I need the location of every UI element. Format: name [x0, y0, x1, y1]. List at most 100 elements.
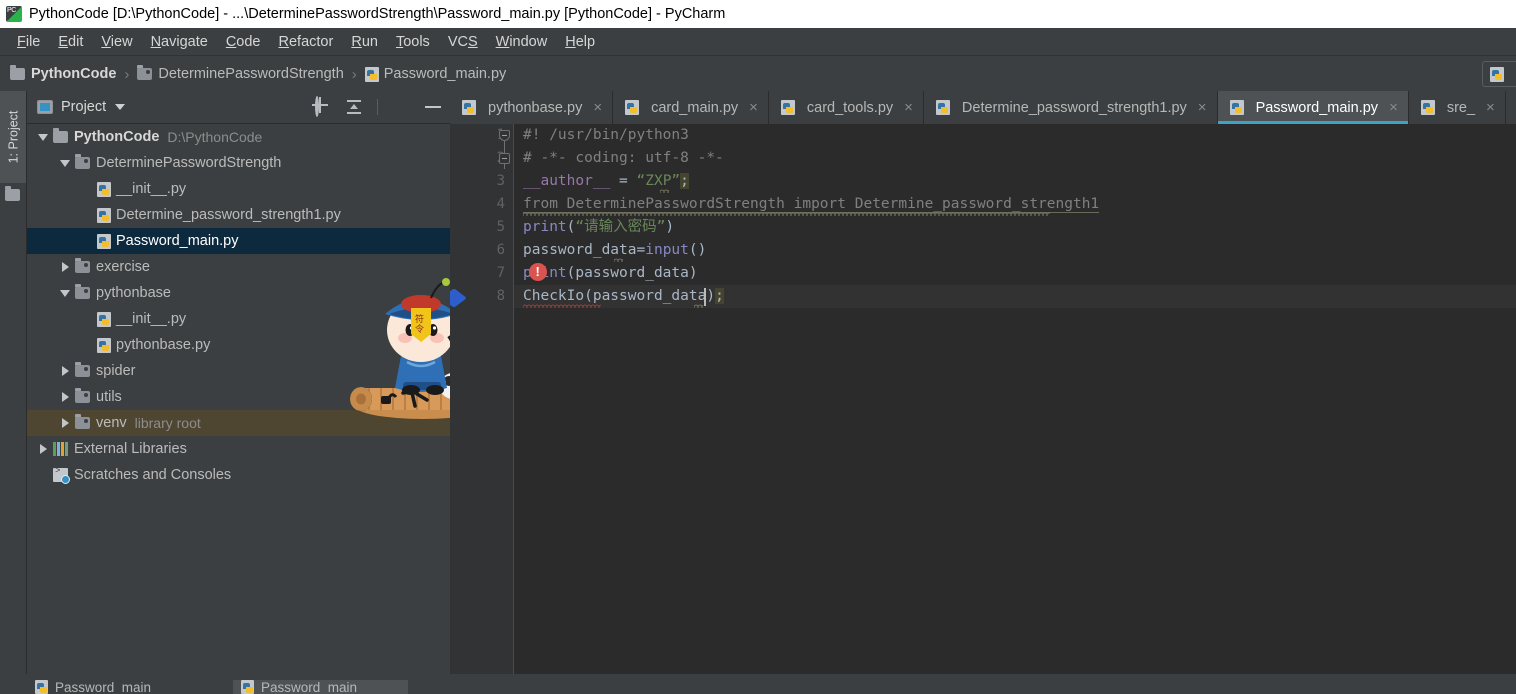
- tree-row[interactable]: __init__.py: [27, 176, 450, 202]
- python-file-icon: [241, 680, 254, 694]
- editor-gutter[interactable]: 12345678: [450, 124, 514, 694]
- tree-row[interactable]: exercise: [27, 254, 450, 280]
- chevron-closed-icon[interactable]: [57, 258, 75, 276]
- code-line: print(“请输入密码”): [523, 216, 1516, 239]
- python-file-icon: [1420, 100, 1435, 115]
- close-icon[interactable]: ×: [904, 100, 913, 115]
- tree-row[interactable]: Determine_password_strength1.py: [27, 202, 450, 228]
- menu-item-window[interactable]: Window: [487, 32, 557, 52]
- directory-icon: [75, 362, 90, 377]
- breadcrumb-item[interactable]: PythonCode: [10, 65, 116, 82]
- bottom-tab-label: Password_main: [261, 680, 358, 694]
- editor-tab[interactable]: card_main.py ×: [613, 91, 769, 124]
- menu-item-vcs[interactable]: VCS: [439, 32, 487, 52]
- directory-icon: [75, 284, 90, 299]
- code-line: # -*- coding: utf-8 -*-: [523, 147, 1516, 170]
- bottom-tab[interactable]: Password_main: [233, 680, 408, 694]
- editor-tab[interactable]: pythonbase.py ×: [450, 91, 614, 124]
- close-icon[interactable]: ×: [1486, 100, 1495, 115]
- tree-item-label: PythonCode: [74, 129, 160, 145]
- bottom-tab[interactable]: Password_main: [27, 680, 212, 694]
- editor-tab[interactable]: Determine_password_strength1.py ×: [924, 91, 1218, 124]
- tree-row[interactable]: pythonbase.py: [27, 332, 450, 358]
- folder-icon[interactable]: [5, 186, 20, 201]
- chevron-closed-icon[interactable]: [57, 388, 75, 406]
- tree-item-label: pythonbase: [96, 285, 171, 301]
- python-file-icon: [1490, 66, 1504, 82]
- menu-item-help[interactable]: Help: [556, 32, 604, 52]
- tree-row[interactable]: pythonbase: [27, 280, 450, 306]
- tree-item-label: spider: [96, 363, 136, 379]
- tree-row[interactable]: spider: [27, 358, 450, 384]
- menu-item-run[interactable]: Run: [342, 32, 387, 52]
- python-file-icon: [935, 100, 950, 115]
- python-file-icon: [462, 100, 476, 115]
- menu-item-edit[interactable]: Edit: [49, 32, 92, 52]
- chevron-closed-icon[interactable]: [57, 414, 75, 432]
- tree-row[interactable]: __init__.py: [27, 306, 450, 332]
- code-token: __author__: [523, 173, 611, 189]
- menu-item-view[interactable]: View: [92, 32, 141, 52]
- python-file-icon: [364, 66, 379, 82]
- code-token: (password_data): [584, 288, 716, 304]
- line-number: 7: [496, 265, 505, 281]
- project-panel-header: Project: [27, 91, 450, 124]
- text-caret: [704, 288, 706, 306]
- editor-tab[interactable]: card_tools.py ×: [769, 91, 924, 124]
- tree-item-label: __init__.py: [116, 311, 187, 327]
- code-token: “请输入密码”: [575, 219, 666, 235]
- minimize-icon[interactable]: [424, 98, 442, 116]
- tree-item-label: DeterminePasswordStrength: [96, 155, 282, 171]
- editor-tab-label: card_main.py: [651, 99, 739, 116]
- breadcrumb-item[interactable]: Password_main.py: [364, 66, 506, 82]
- tree-row[interactable]: Scratches and Consoles: [27, 462, 450, 488]
- close-icon[interactable]: ×: [593, 100, 602, 115]
- breadcrumb-separator: ›: [351, 65, 357, 83]
- chevron-open-icon[interactable]: [57, 154, 75, 172]
- close-icon[interactable]: ×: [1389, 100, 1398, 115]
- code-token: #! /usr/bin/python3: [523, 127, 689, 143]
- directory-icon: [75, 414, 90, 429]
- code-editor[interactable]: 12345678 #! /usr/bin/python3 # -*- coding…: [450, 124, 1516, 694]
- chevron-down-icon[interactable]: [115, 104, 126, 110]
- editor-tab[interactable]: sre_ ×: [1409, 91, 1506, 124]
- tool-button-project[interactable]: 1: Project: [0, 91, 26, 183]
- tree-row[interactable]: venv library root: [27, 410, 450, 436]
- chevron-closed-icon[interactable]: [35, 440, 53, 458]
- collapse-all-icon[interactable]: [345, 98, 363, 116]
- breadcrumb: PythonCode › DeterminePasswordStrength › Pas…: [0, 57, 1516, 91]
- fold-marker-icon[interactable]: [499, 130, 510, 141]
- directory-icon: [75, 258, 90, 273]
- code-text[interactable]: #! /usr/bin/python3 # -*- coding: utf-8 -…: [514, 124, 1516, 694]
- tree-row[interactable]: External Libraries: [27, 436, 450, 462]
- chevron-open-icon[interactable]: [57, 284, 75, 302]
- breadcrumb-separator: ›: [124, 65, 130, 83]
- menu-item-refactor[interactable]: Refactor: [270, 32, 343, 52]
- tree-row[interactable]: PythonCode D:\PythonCode: [27, 124, 450, 150]
- menu-item-navigate[interactable]: Navigate: [142, 32, 217, 52]
- menu-item-file[interactable]: File: [8, 32, 49, 52]
- code-token: from DeterminePasswordStrength import De…: [523, 196, 1100, 213]
- close-icon[interactable]: ×: [1198, 100, 1207, 115]
- editor-tab[interactable]: Password_main.py ×: [1217, 91, 1409, 124]
- menu-item-tools[interactable]: Tools: [387, 32, 439, 52]
- breadcrumb-item[interactable]: DeterminePasswordStrength: [137, 65, 344, 82]
- menu-item-code[interactable]: Code: [217, 32, 270, 52]
- fold-marker-icon[interactable]: [499, 153, 510, 164]
- window-title: PythonCode [D:\PythonCode] - ...\Determi…: [29, 6, 726, 22]
- gear-icon[interactable]: [392, 98, 410, 116]
- pycharm-icon: [6, 6, 22, 22]
- locate-in-tree-icon[interactable]: [313, 96, 331, 117]
- tree-row[interactable]: DeterminePasswordStrength: [27, 150, 450, 176]
- tool-button-project-label: 1: Project: [6, 110, 20, 164]
- chevron-closed-icon[interactable]: [57, 362, 75, 380]
- tree-row[interactable]: Password_main.py: [27, 228, 450, 254]
- close-icon[interactable]: ×: [749, 100, 758, 115]
- error-bulb-icon[interactable]: [529, 263, 547, 281]
- chevron-open-icon[interactable]: [35, 128, 53, 146]
- breadcrumb-overflow-button[interactable]: [1482, 61, 1516, 87]
- tree-row[interactable]: utils: [27, 384, 450, 410]
